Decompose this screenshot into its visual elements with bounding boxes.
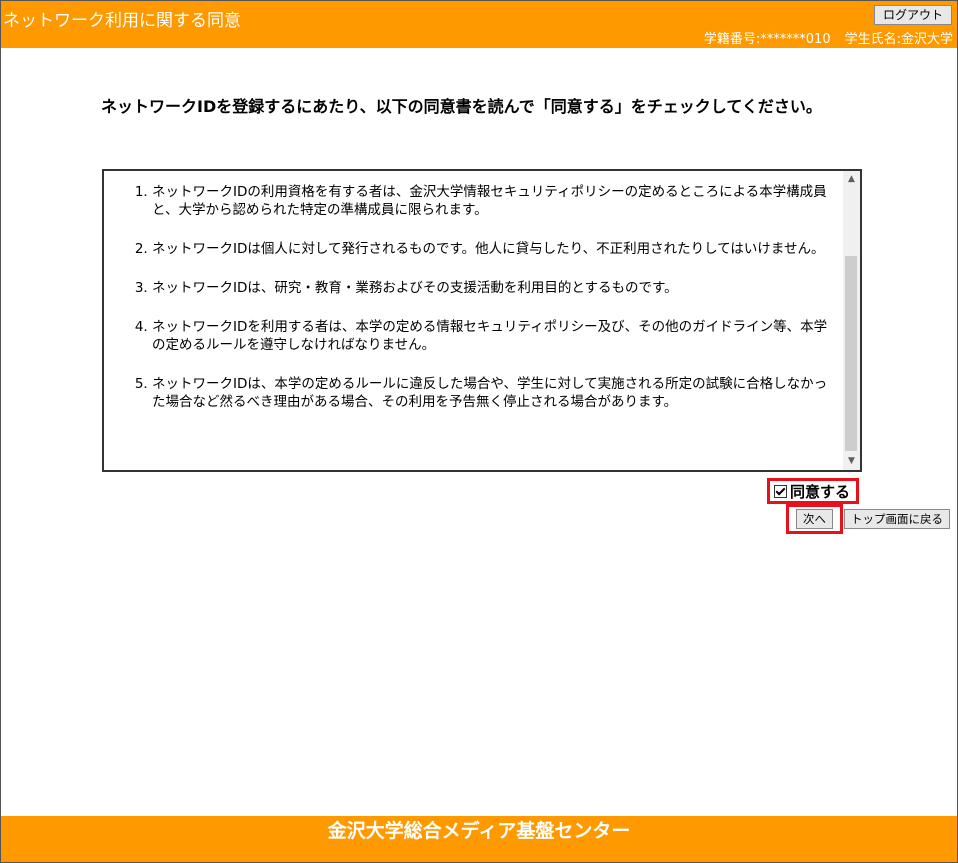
page-title: ネットワーク利用に関する同意	[3, 11, 241, 31]
terms-item: ネットワークIDは、本学の定めるルールに違反した場合や、学生に対して実施される所…	[152, 375, 838, 411]
scroll-up-icon[interactable]: ▲	[843, 171, 860, 188]
footer-text: 金沢大学総合メディア基盤センター	[327, 820, 631, 842]
terms-item: ネットワークIDの利用資格を有する者は、金沢大学情報セキュリティポリシーの定める…	[152, 183, 838, 219]
terms-list: ネットワークIDの利用資格を有する者は、金沢大学情報セキュリティポリシーの定める…	[118, 183, 838, 432]
student-id: 学籍番号:*******010	[703, 32, 831, 47]
scroll-down-icon[interactable]: ▼	[843, 453, 860, 470]
scroll-thumb[interactable]	[845, 256, 857, 451]
back-to-top-button[interactable]: トップ画面に戻る	[844, 509, 950, 529]
agree-checkbox[interactable]	[774, 484, 787, 498]
agree-label: 同意する	[790, 482, 851, 501]
user-info: 学籍番号:*******010 学生氏名:金沢大学	[704, 28, 953, 47]
instruction-text: ネットワークIDを登録するにあたり、以下の同意書を読んで「同意する」をチェックし…	[101, 97, 822, 116]
student-name: 学生氏名:金沢大学	[844, 32, 953, 47]
next-button[interactable]: 次へ	[796, 509, 833, 529]
logout-button[interactable]: ログアウト	[873, 5, 952, 25]
next-button-highlight: 次へ	[786, 504, 843, 534]
terms-item: ネットワークIDを利用する者は、本学の定める情報セキュリティポリシー及び、その他…	[152, 318, 838, 354]
terms-box[interactable]: ネットワークIDの利用資格を有する者は、金沢大学情報セキュリティポリシーの定める…	[102, 169, 862, 472]
terms-item: ネットワークIDは個人に対して発行されるものです。他人に貸与したり、不正利用され…	[152, 240, 838, 258]
agree-checkbox-group[interactable]: 同意する	[767, 478, 859, 504]
footer-bar: 金沢大学総合メディア基盤センター	[1, 816, 957, 862]
terms-scrollbar[interactable]: ▲ ▼	[843, 171, 860, 470]
terms-item: ネットワークIDは、研究・教育・業務およびその支援活動を利用目的とするものです。	[152, 279, 838, 297]
header-bar: ネットワーク利用に関する同意 ログアウト 学籍番号:*******010 学生氏名…	[1, 1, 957, 48]
